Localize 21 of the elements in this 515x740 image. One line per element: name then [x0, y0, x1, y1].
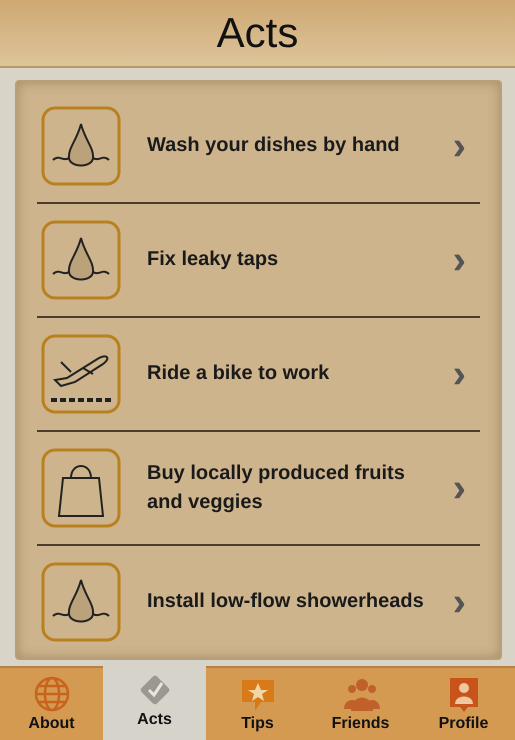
water-drop-icon — [41, 106, 121, 186]
airplane-icon — [41, 334, 121, 414]
tab[interactable]: Friends — [309, 668, 412, 740]
tab[interactable]: About — [0, 668, 103, 740]
globe-icon — [32, 674, 70, 713]
water-drop-icon — [41, 562, 121, 642]
act-label[interactable]: Wash your dishes by hand — [147, 131, 453, 160]
chevron-icon[interactable]: › — [452, 240, 466, 280]
tab[interactable]: Profile — [412, 668, 515, 740]
act-label[interactable]: Ride a bike to work — [147, 359, 453, 388]
page-title: Acts — [216, 8, 298, 57]
chevron-icon[interactable]: › — [452, 126, 466, 166]
chevron-icon[interactable]: › — [452, 468, 466, 508]
act-label[interactable]: Fix leaky taps — [147, 245, 453, 274]
water-drop-icon — [41, 220, 121, 300]
shopping-bag-icon — [41, 448, 121, 528]
chevron-icon[interactable]: › — [452, 582, 466, 622]
act-label[interactable]: Buy locally produced fruits and veggies — [147, 458, 453, 517]
tab[interactable]: Tips — [206, 668, 309, 740]
chevron-icon[interactable]: › — [452, 354, 466, 394]
act-label[interactable]: Install low-flow showerheads — [147, 587, 453, 616]
